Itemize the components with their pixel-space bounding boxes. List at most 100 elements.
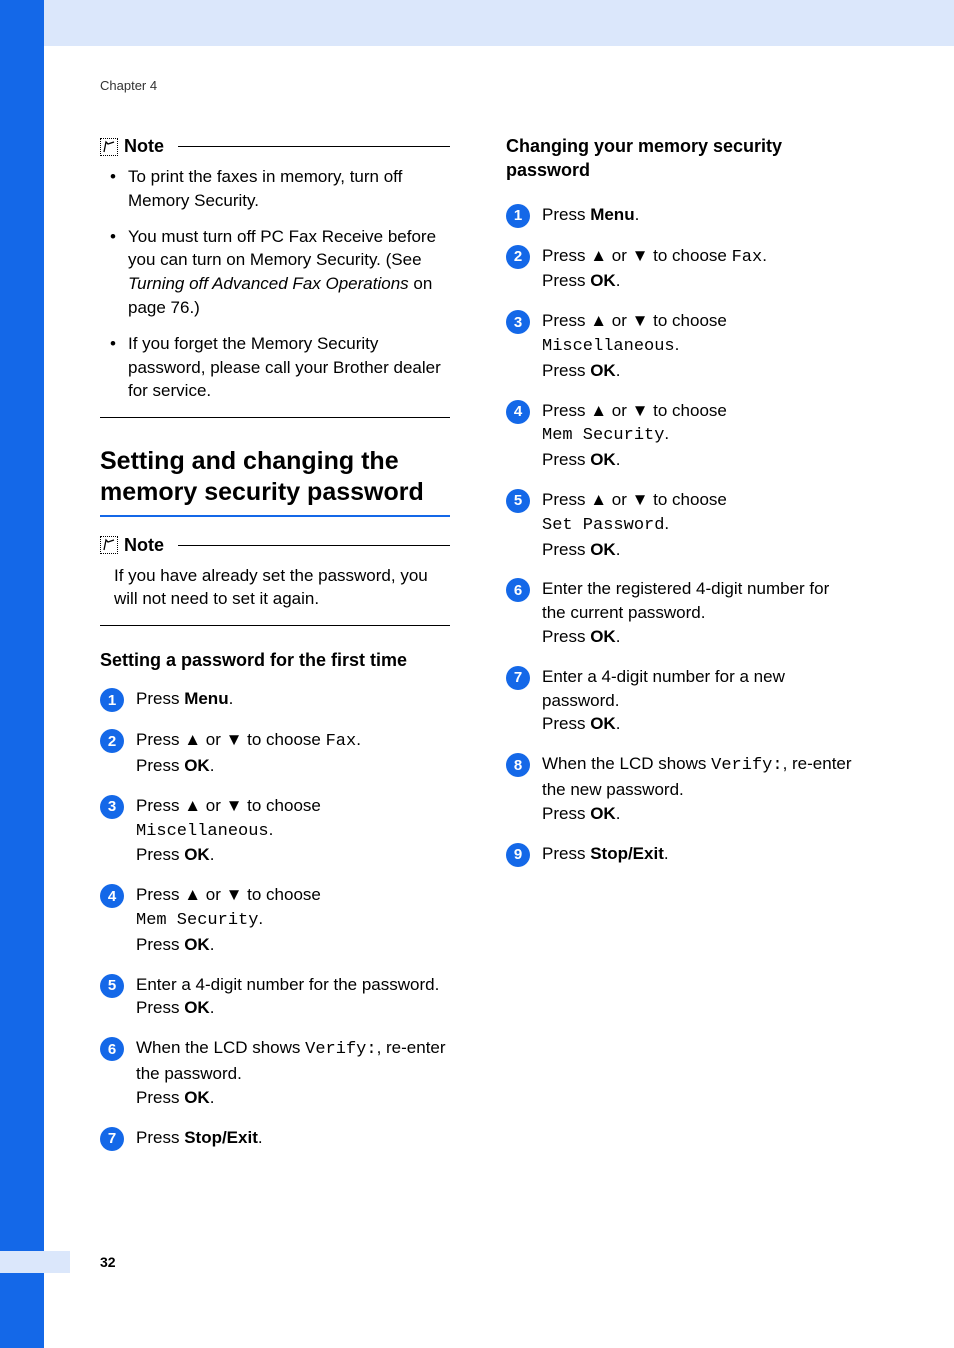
step-text-run: .	[269, 820, 274, 839]
step-text-run: .	[258, 1128, 263, 1147]
step-number-badge: 8	[506, 753, 530, 777]
up-arrow-icon: ▲	[590, 401, 607, 420]
key-label: Menu	[184, 689, 228, 708]
note-divider	[100, 417, 450, 418]
step-text-run: to choose	[648, 311, 726, 330]
step: 6When the LCD shows Verify:, re-enter th…	[100, 1036, 450, 1109]
step-text-run: to choose	[242, 730, 325, 749]
down-arrow-icon: ▼	[632, 401, 649, 420]
step-text-run: Press	[542, 401, 590, 420]
step-text-run: Press	[542, 844, 590, 863]
step: 5Enter a 4-digit number for the password…	[100, 973, 450, 1021]
key-label: Stop/Exit	[590, 844, 664, 863]
step-body: Press ▲ or ▼ to choose Set Password.Pres…	[542, 488, 856, 561]
step-body: When the LCD shows Verify:, re-enter the…	[542, 752, 856, 825]
step: 4Press ▲ or ▼ to choose Mem Security.Pre…	[506, 399, 856, 472]
step-text-run: to choose	[648, 490, 726, 509]
bottom-accent-tab	[0, 1251, 70, 1273]
step-text-run: .	[616, 271, 621, 290]
note-list-item: If you forget the Memory Security passwo…	[114, 332, 450, 403]
up-arrow-icon: ▲	[184, 730, 201, 749]
step: 5Press ▲ or ▼ to choose Set Password.Pre…	[506, 488, 856, 561]
step-number-badge: 7	[506, 666, 530, 690]
key-label: OK	[590, 361, 616, 380]
lcd-text: Mem Security	[136, 911, 258, 930]
note-divider	[100, 625, 450, 626]
step-text-run: or	[201, 885, 226, 904]
step-text-run: Press	[136, 885, 184, 904]
note-item-pre: You must turn off PC Fax Receive before …	[128, 227, 436, 270]
step: 7Press Stop/Exit.	[100, 1126, 450, 1151]
key-label: OK	[590, 271, 616, 290]
page-header: Chapter 4	[100, 78, 860, 93]
step-text-run: or	[607, 401, 632, 420]
step-text-run: Press	[136, 845, 184, 864]
step-body: Press ▲ or ▼ to choose Mem Security.Pres…	[136, 883, 450, 956]
step-text-run: .	[258, 909, 263, 928]
chapter-label: Chapter 4	[100, 78, 860, 93]
step-body: Enter a 4-digit number for the password.…	[136, 973, 450, 1021]
note-rule	[178, 146, 450, 147]
down-arrow-icon: ▼	[632, 311, 649, 330]
steps-right: 1Press Menu.2Press ▲ or ▼ to choose Fax.…	[506, 203, 856, 867]
step-text-run: or	[607, 311, 632, 330]
step-number-badge: 3	[100, 795, 124, 819]
step-number-badge: 6	[100, 1037, 124, 1061]
key-label: OK	[590, 714, 616, 733]
step-text-run: Press	[542, 311, 590, 330]
step-text-run: Press	[542, 714, 590, 733]
step-text-run: .	[635, 205, 640, 224]
step-body: Press ▲ or ▼ to choose Mem Security.Pres…	[542, 399, 856, 472]
step: 8 When the LCD shows Verify:, re-enter th…	[506, 752, 856, 825]
step-text-run: .	[675, 335, 680, 354]
left-column: Note To print the faxes in memory, turn …	[100, 136, 450, 1167]
step-number-badge: 2	[506, 245, 530, 269]
step-text-run: .	[356, 730, 361, 749]
step-text-run: Press	[542, 804, 590, 823]
step-text-run: .	[616, 540, 621, 559]
step-text-run: .	[616, 450, 621, 469]
step-text-run: When the LCD shows	[542, 754, 711, 773]
key-label: OK	[184, 845, 210, 864]
key-label: Menu	[590, 205, 634, 224]
step-body: Press ▲ or ▼ to choose Miscellaneous.Pre…	[136, 794, 450, 867]
key-label: OK	[590, 804, 616, 823]
key-label: OK	[184, 935, 210, 954]
step-text-run: .	[664, 844, 669, 863]
step-text-run: Press	[542, 450, 590, 469]
step-number-badge: 2	[100, 729, 124, 753]
key-label: OK	[590, 540, 616, 559]
step-text-run: Press	[542, 361, 590, 380]
step-text-run: .	[210, 935, 215, 954]
lcd-text: Fax	[326, 732, 357, 751]
step-text-run: .	[616, 627, 621, 646]
step-text-run: or	[607, 246, 632, 265]
step-number-badge: 9	[506, 843, 530, 867]
note-heading: Note	[100, 535, 450, 556]
step-text-run: Enter the registered 4-digit number for …	[542, 579, 829, 622]
note-item-link[interactable]: Turning off Advanced Fax Operations	[128, 274, 409, 293]
side-accent-band	[0, 0, 44, 1348]
page: Chapter 4 Note To print the faxes in mem…	[0, 0, 954, 1348]
right-column: Changing your memory security password 1…	[506, 136, 856, 1167]
note-title: Note	[124, 535, 164, 556]
note-icon	[100, 536, 118, 554]
step-text-run: or	[201, 796, 226, 815]
step: 2Press ▲ or ▼ to choose Fax.Press OK.	[100, 728, 450, 778]
step-text-run: .	[210, 1088, 215, 1107]
step-text-run: .	[616, 714, 621, 733]
step-text-run: Press	[136, 730, 184, 749]
page-number: 32	[100, 1254, 116, 1270]
step-number-badge: 4	[100, 884, 124, 908]
step: 1Press Menu.	[506, 203, 856, 228]
step-text-run: When the LCD shows	[136, 1038, 305, 1057]
key-label: OK	[184, 998, 210, 1017]
steps-left: 1Press Menu.2Press ▲ or ▼ to choose Fax.…	[100, 687, 450, 1150]
step: 9 Press Stop/Exit.	[506, 842, 856, 867]
step-text-run: .	[616, 804, 621, 823]
subsection-heading-change-pw: Changing your memory security password	[506, 134, 856, 183]
key-label: OK	[590, 450, 616, 469]
key-label: Stop/Exit	[184, 1128, 258, 1147]
step-body: Press Menu.	[136, 687, 450, 711]
lcd-text: Miscellaneous	[542, 337, 675, 356]
